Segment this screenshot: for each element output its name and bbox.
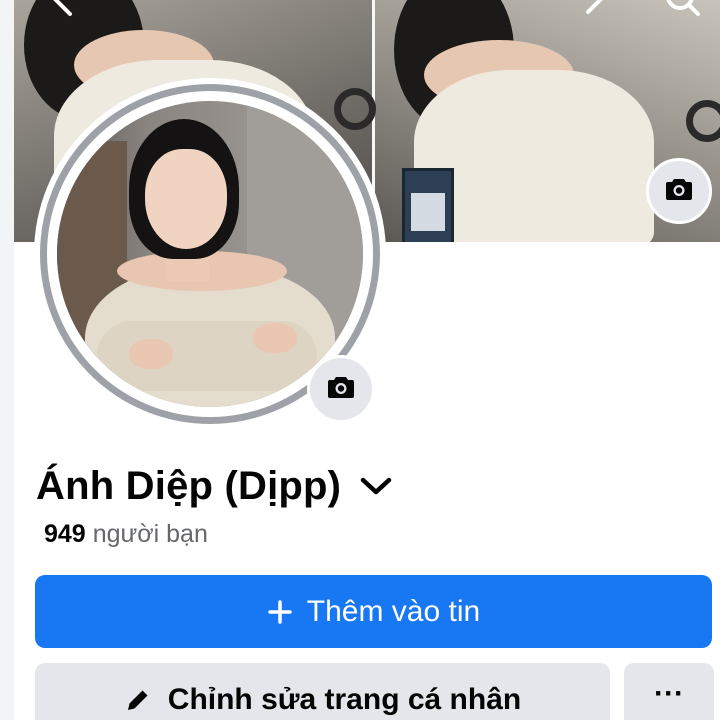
more-icon: ··· xyxy=(654,677,684,710)
more-options-button[interactable]: ··· xyxy=(624,663,714,720)
edit-icon[interactable] xyxy=(580,0,620,20)
chevron-down-icon[interactable] xyxy=(359,475,393,497)
friends-count-label: người bạn xyxy=(92,520,208,548)
friends-count-number: 949 xyxy=(44,520,86,548)
plus-icon xyxy=(267,599,293,625)
edit-profile-button[interactable]: Chỉnh sửa trang cá nhân xyxy=(35,663,610,720)
add-to-story-label: Thêm vào tin xyxy=(306,594,481,628)
back-icon[interactable] xyxy=(44,0,84,20)
profile-name: Ánh Diệp (Dịpp) xyxy=(36,463,342,508)
cover-camera-button[interactable] xyxy=(646,158,712,224)
profile-name-row[interactable]: Ánh Diệp (Dịpp) xyxy=(36,456,393,516)
profile-picture-image xyxy=(57,101,363,407)
photo-hand-right xyxy=(253,323,297,353)
profile-page: Ánh Diệp (Dịpp) 949 người bạn Thêm vào ti… xyxy=(14,0,720,720)
photo-hand-left xyxy=(129,339,173,369)
camera-icon xyxy=(327,375,355,404)
pencil-icon xyxy=(124,686,152,714)
search-icon[interactable] xyxy=(662,0,702,20)
edit-profile-label: Chỉnh sửa trang cá nhân xyxy=(167,682,522,716)
cover-kiosk xyxy=(402,168,454,242)
cover-decor-ring-right xyxy=(686,100,720,142)
photo-face xyxy=(145,149,227,249)
friends-count[interactable]: 949 người bạn xyxy=(44,520,208,549)
add-to-story-button[interactable]: Thêm vào tin xyxy=(35,575,712,648)
profile-picture-camera-button[interactable] xyxy=(307,355,375,423)
camera-icon xyxy=(665,177,693,206)
background-page-strip xyxy=(0,0,15,720)
